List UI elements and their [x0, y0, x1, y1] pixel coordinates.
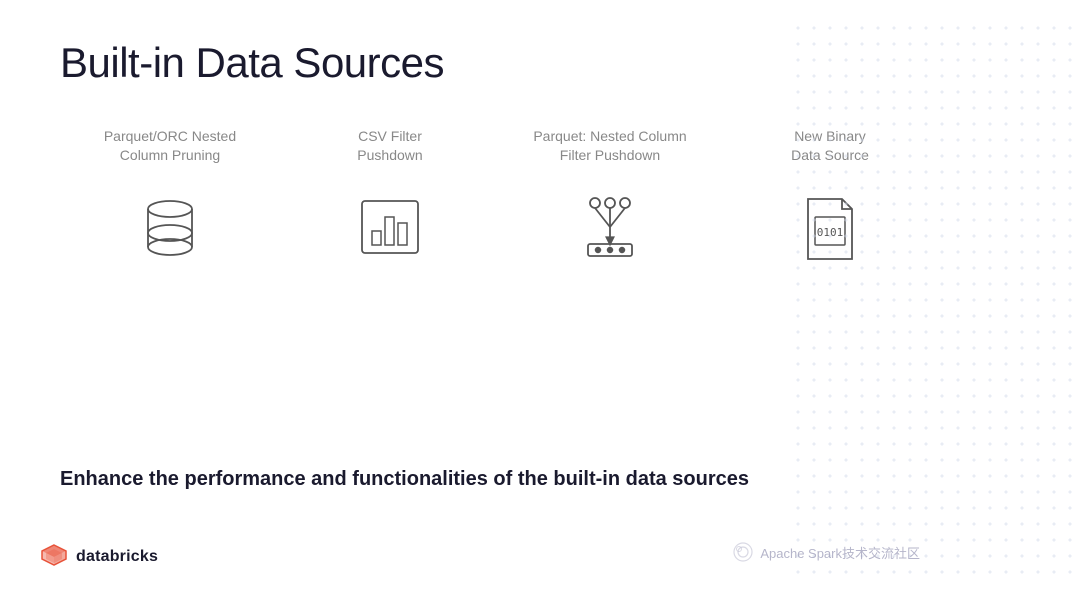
feature-binary-data: New BinaryData Source 0101: [720, 126, 940, 274]
feature-parquet-nested-label: Parquet: Nested ColumnFilter Pushdown: [533, 126, 686, 166]
feature-csv-filter: CSV FilterPushdown: [280, 126, 500, 274]
slide-container: Built-in Data Sources Parquet/ORC Nested…: [0, 0, 1080, 591]
dot-pattern-decoration: [760, 0, 1080, 591]
databricks-logo: databricks: [40, 543, 158, 571]
watermark: Apache Spark技术交流社区: [732, 541, 920, 563]
merge-down-svg: [570, 189, 650, 269]
watermark-text: Apache Spark技术交流社区: [760, 543, 920, 562]
description-text: Enhance the performance and functionalit…: [60, 468, 1020, 491]
feature-parquet-orc-label: Parquet/ORC NestedColumn Pruning: [104, 126, 236, 166]
binary-file-svg: 0101: [790, 189, 870, 269]
database-svg: [130, 189, 210, 269]
databricks-logo-icon: [40, 543, 68, 571]
merge-down-icon: [565, 184, 655, 274]
database-icon: [125, 184, 215, 274]
footer: databricks: [40, 543, 158, 571]
bar-chart-svg: [350, 189, 430, 269]
binary-file-icon: 0101: [785, 184, 875, 274]
description-section: Enhance the performance and functionalit…: [60, 468, 1020, 491]
watermark-icon: [732, 541, 754, 563]
page-title: Built-in Data Sources: [60, 40, 1020, 86]
feature-parquet-nested: Parquet: Nested ColumnFilter Pushdown: [500, 126, 720, 274]
feature-binary-data-label: New BinaryData Source: [791, 126, 869, 166]
features-row: Parquet/ORC NestedColumn Pruning CSV Fil…: [60, 126, 1020, 274]
svg-text:0101: 0101: [817, 226, 844, 239]
databricks-logo-text: databricks: [76, 548, 158, 566]
feature-csv-filter-label: CSV FilterPushdown: [357, 126, 422, 166]
feature-parquet-orc: Parquet/ORC NestedColumn Pruning: [60, 126, 280, 274]
bar-chart-icon: [345, 184, 435, 274]
